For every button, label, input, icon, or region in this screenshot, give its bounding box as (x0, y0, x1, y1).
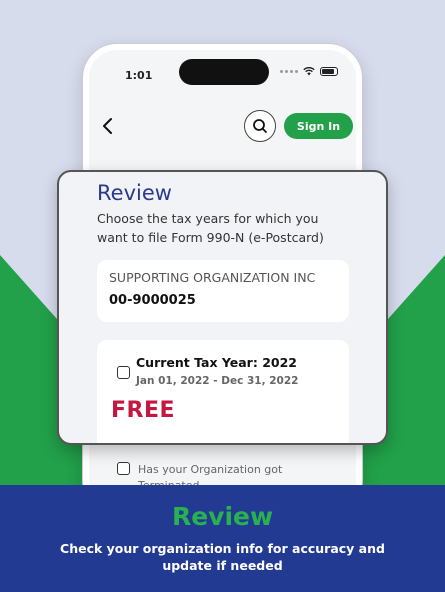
status-time: 1:01 (125, 69, 153, 82)
review-card: Review Choose the tax years for which yo… (57, 170, 388, 445)
organization-box: SUPPORTING ORGANIZATION INC 00-9000025 (97, 260, 349, 322)
search-button[interactable] (244, 110, 276, 142)
wifi-icon (303, 67, 315, 76)
terminated-checkbox[interactable] (117, 462, 130, 475)
tax-year-dates: Jan 01, 2022 - Dec 31, 2022 (136, 375, 299, 387)
organization-ein: 00-9000025 (109, 293, 196, 308)
tax-year-box[interactable]: Current Tax Year: 2022 Jan 01, 2022 - De… (97, 340, 349, 443)
sign-in-button[interactable]: Sign In (284, 113, 353, 139)
review-subtitle: Choose the tax years for which you want … (97, 211, 324, 245)
organization-name: SUPPORTING ORGANIZATION INC (109, 270, 316, 285)
back-arrow-icon[interactable] (101, 117, 115, 135)
search-icon (253, 119, 267, 133)
bottom-banner: Review Check your organization info for … (0, 485, 445, 592)
dynamic-island (179, 59, 269, 85)
status-icons (280, 67, 338, 76)
tax-year-checkbox[interactable] (117, 366, 130, 379)
review-title: Review (97, 181, 172, 205)
battery-icon (320, 67, 338, 76)
signal-icon (280, 70, 298, 73)
banner-title: Review (171, 502, 274, 531)
tax-year-title: Current Tax Year: 2022 (136, 355, 297, 370)
banner-text: Check your organization info for accurac… (60, 541, 385, 573)
price-badge: FREE (111, 398, 176, 423)
